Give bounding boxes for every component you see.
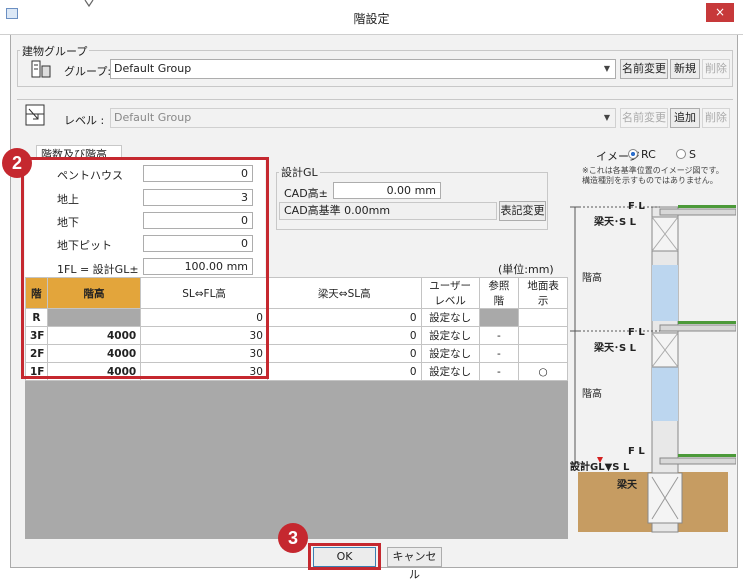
cell-ref-floor[interactable]: - bbox=[478, 326, 520, 345]
cell-ref-floor[interactable]: - bbox=[478, 344, 520, 363]
pointer-arrow-icon bbox=[84, 0, 94, 8]
image-note: ※これは各基準位置のイメージ図です。 構造種別を示すものではありません。 bbox=[582, 166, 724, 186]
story-height-label-2: 階高 bbox=[582, 389, 602, 400]
radio-rc[interactable]: RC bbox=[628, 148, 656, 161]
window-upper bbox=[652, 265, 678, 321]
ok-button[interactable]: OK bbox=[313, 547, 376, 567]
radio-rc-indicator bbox=[628, 149, 638, 159]
group-select[interactable]: Default Group ▼ bbox=[110, 59, 616, 79]
building-icon bbox=[31, 60, 51, 78]
group-label: グループ: bbox=[64, 65, 112, 78]
cell-beam-sl[interactable]: 0 bbox=[266, 344, 422, 363]
gl-sl-label: 設計GL▼S L bbox=[570, 462, 630, 473]
cad-base-text: CAD高基準 0.00mm bbox=[279, 202, 497, 220]
chevron-down-icon: ▼ bbox=[603, 64, 610, 73]
level-value: Default Group bbox=[114, 111, 192, 124]
image-note-1: ※これは各基準位置のイメージ図です。 bbox=[582, 166, 724, 175]
level-delete-button[interactable]: 削除 bbox=[702, 108, 730, 128]
level-select[interactable]: Default Group ▼ bbox=[110, 108, 616, 128]
floor-2 bbox=[651, 321, 736, 368]
callout-3: 3 bbox=[278, 523, 308, 553]
close-button[interactable]: × bbox=[706, 3, 734, 22]
unit-label: (単位:mm) bbox=[498, 263, 554, 276]
radio-s-label: S bbox=[689, 148, 696, 161]
col-ref-floor: 参照階 bbox=[478, 277, 520, 309]
cell-beam-sl[interactable]: 0 bbox=[266, 308, 422, 327]
fl-label-2: F L bbox=[628, 327, 645, 338]
cell-beam-sl[interactable]: 0 bbox=[266, 362, 422, 381]
chevron-down-icon: ▼ bbox=[603, 113, 610, 122]
callout-2: 2 bbox=[2, 148, 32, 178]
col-beam-sl: 梁天⇔SL高 bbox=[266, 277, 422, 309]
cad-height-label: CAD高± bbox=[284, 187, 328, 200]
cell-ref-floor bbox=[478, 308, 520, 327]
cad-height-unit: mm bbox=[414, 184, 436, 197]
design-gl-legend: 設計GL bbox=[279, 164, 320, 180]
cell-user-level[interactable]: 設定なし bbox=[420, 308, 480, 327]
radio-s[interactable]: S bbox=[676, 148, 696, 161]
level-rename-button[interactable]: 名前変更 bbox=[620, 108, 668, 128]
level-icon bbox=[25, 104, 45, 126]
beam-sl-label-2: 梁天･S L bbox=[594, 343, 637, 354]
cad-height-value: 0.00 bbox=[386, 184, 412, 197]
cell-ref-floor[interactable]: - bbox=[478, 362, 520, 381]
image-note-2: 構造種別を示すものではありません。 bbox=[582, 176, 718, 185]
cancel-button[interactable]: キャンセル bbox=[387, 547, 442, 581]
fl-label-3: F L bbox=[628, 201, 645, 212]
story-height-label-1: 階高 bbox=[582, 273, 602, 284]
window-lower bbox=[652, 365, 678, 421]
level-label: レベル : bbox=[64, 114, 105, 127]
cell-beam-sl[interactable]: 0 bbox=[266, 326, 422, 345]
floor-3 bbox=[651, 205, 736, 252]
building-group-legend: 建物グループ bbox=[20, 43, 90, 59]
group-rename-button[interactable]: 名前変更 bbox=[620, 59, 668, 79]
cad-height-input[interactable]: 0.00 mm bbox=[333, 182, 441, 199]
window-title: 階設定 bbox=[353, 12, 390, 26]
building-section-diagram bbox=[570, 205, 736, 533]
cell-user-level[interactable]: 設定なし bbox=[420, 326, 480, 345]
fl-label-1: F L bbox=[628, 446, 645, 457]
highlight-frame bbox=[21, 157, 269, 379]
cell-user-level[interactable]: 設定なし bbox=[420, 344, 480, 363]
level-add-button[interactable]: 追加 bbox=[670, 108, 700, 128]
beam-label: 梁天 bbox=[617, 480, 637, 491]
beam-sl-label-3: 梁天･S L bbox=[594, 217, 637, 228]
notation-change-button[interactable]: 表記変更 bbox=[499, 201, 546, 221]
group-delete-button[interactable]: 削除 bbox=[702, 59, 730, 79]
col-user-level: ユーザーレベル bbox=[420, 277, 480, 309]
radio-rc-label: RC bbox=[641, 148, 656, 161]
group-value: Default Group bbox=[114, 62, 192, 75]
cell-user-level[interactable]: 設定なし bbox=[420, 362, 480, 381]
group-new-button[interactable]: 新規 bbox=[670, 59, 700, 79]
radio-s-indicator bbox=[676, 149, 686, 159]
divider bbox=[17, 99, 733, 100]
